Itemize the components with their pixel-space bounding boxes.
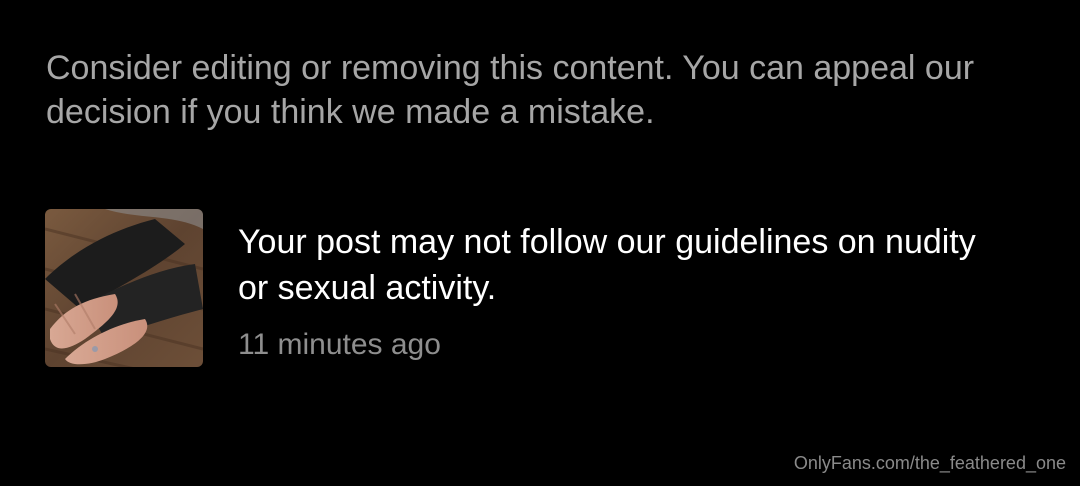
notification-timestamp: 11 minutes ago: [238, 328, 441, 361]
moderation-notice-text: Consider editing or removing this conten…: [46, 49, 975, 131]
notification-title: Your post may not follow our guidelines …: [238, 223, 976, 307]
post-thumbnail[interactable]: [45, 209, 203, 367]
post-thumbnail-image: [45, 209, 203, 367]
moderation-notification-item[interactable]: Your post may not follow our guidelines …: [45, 209, 1035, 369]
watermark-text: OnlyFans.com/the_feathered_one: [793, 453, 1066, 473]
notification-content: Your post may not follow our guidelines …: [238, 219, 998, 365]
